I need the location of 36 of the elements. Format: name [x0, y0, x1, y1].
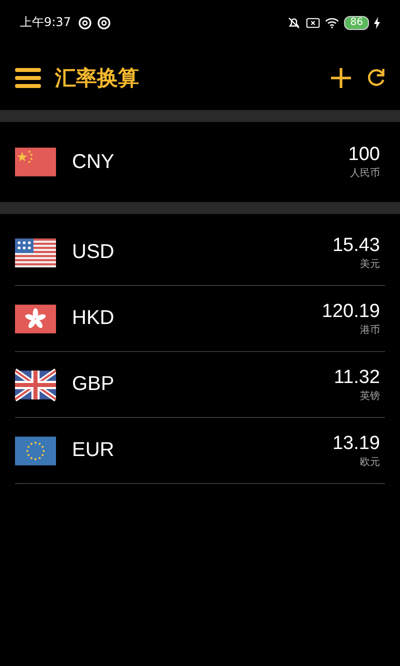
currency-code: HKD — [72, 307, 114, 330]
status-time: 上午9:37 — [20, 14, 71, 31]
add-button[interactable] — [330, 66, 352, 88]
add-icon — [330, 66, 352, 88]
refresh-button[interactable] — [366, 68, 386, 88]
sim-off-icon — [306, 16, 320, 30]
currency-amount: 13.19 — [332, 432, 380, 454]
refresh-icon — [366, 68, 386, 88]
bell-muted-icon — [287, 16, 302, 30]
uk-flag-icon — [15, 366, 56, 402]
currency-amount: 100 — [348, 144, 380, 166]
currency-row[interactable]: GBP 11.32 英镑 — [15, 352, 385, 418]
app-notification-icon — [78, 16, 92, 30]
menu-button[interactable] — [15, 66, 41, 88]
currency-code: CNY — [72, 150, 114, 174]
currency-row[interactable]: EUR 13.19 欧元 — [15, 418, 385, 484]
charging-icon — [374, 16, 380, 28]
menu-icon — [15, 66, 41, 88]
currency-name: 英镑 — [360, 390, 380, 402]
currency-row[interactable]: HKD 120.19 港币 — [15, 286, 385, 352]
app-notification-icon — [96, 16, 111, 30]
wifi-icon — [325, 16, 340, 30]
app-title: 汇率换算 — [55, 64, 139, 92]
currency-amount: 15.43 — [332, 234, 380, 256]
battery-level: 86 — [344, 16, 369, 30]
currency-name: 美元 — [360, 258, 380, 270]
currency-name: 欧元 — [360, 456, 380, 468]
currency-code: EUR — [72, 439, 114, 462]
currency-code: GBP — [72, 373, 114, 396]
currency-code: USD — [72, 241, 114, 264]
base-currency-row[interactable]: CNY 100 人民币 — [0, 122, 400, 202]
currency-name: 人民币 — [350, 166, 380, 180]
currency-row[interactable]: USD 15.43 美元 — [15, 220, 385, 286]
currency-amount: 11.32 — [334, 366, 380, 388]
currency-name: 港币 — [360, 324, 380, 336]
currency-amount: 120.19 — [322, 300, 380, 322]
